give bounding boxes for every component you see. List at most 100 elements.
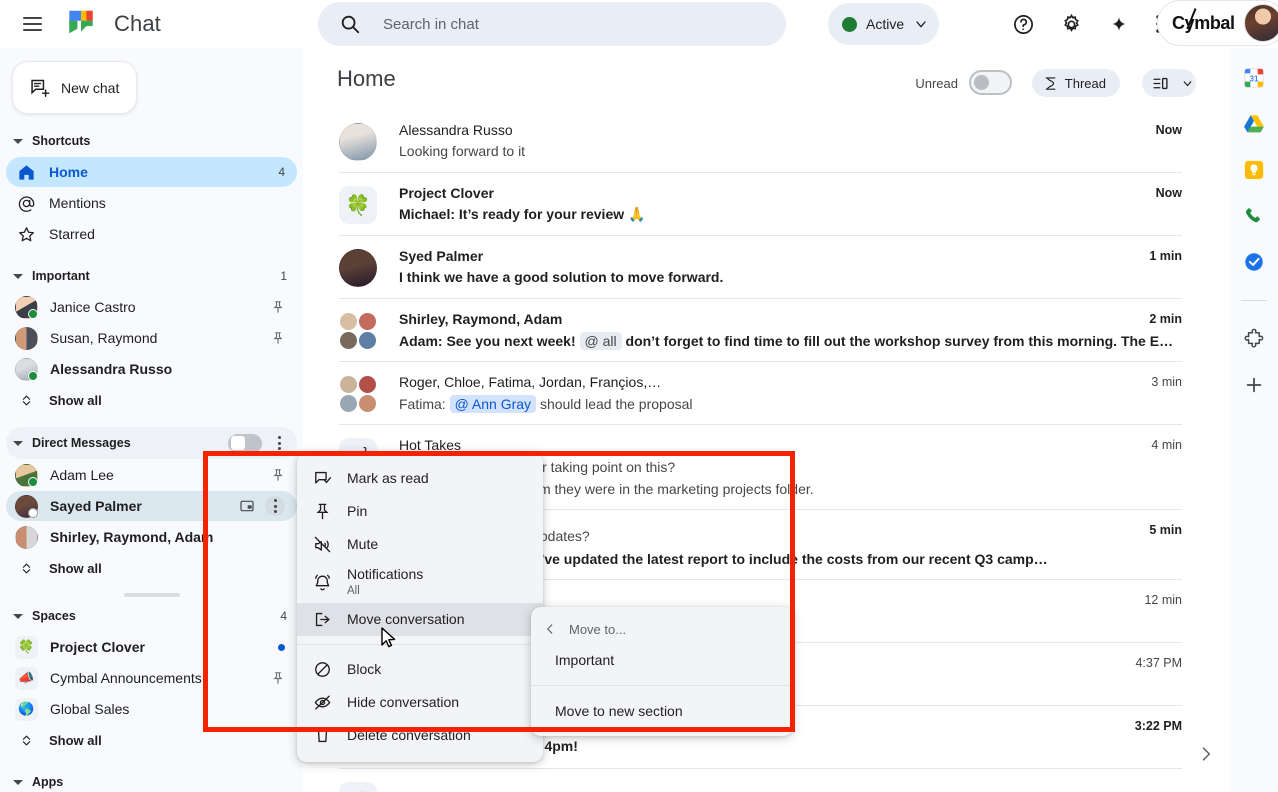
context-menu-item-pin[interactable]: Pin [297, 495, 543, 528]
sidebar-item-global-sales[interactable]: 🌎 Global Sales [6, 694, 297, 724]
google-drive-icon[interactable] [1242, 112, 1266, 136]
section-header-direct-messages[interactable]: Direct Messages [6, 427, 297, 459]
pin-icon[interactable] [271, 468, 285, 482]
conversation-row[interactable]: Roger, Chloe, Fatima, Jordan, Françios,…… [339, 362, 1182, 425]
caret-down-icon[interactable] [9, 132, 27, 150]
sidebar-item-mentions[interactable]: Mentions [6, 188, 297, 218]
chat-app-window: Chat Active [0, 0, 1278, 792]
sidebar-item-badge: 4 [278, 165, 285, 179]
more-options-icon[interactable] [265, 496, 285, 516]
sidebar-show-all-dms[interactable]: Show all [6, 553, 297, 583]
section-header-apps[interactable]: Apps [0, 767, 303, 792]
open-in-panel-icon[interactable] [239, 498, 255, 514]
conversation-row[interactable]: 🍀 Project Clover Michael: It’s ready for… [339, 173, 1182, 236]
pin-icon[interactable] [271, 300, 285, 314]
section-header-shortcuts[interactable]: Shortcuts [0, 126, 303, 156]
help-button[interactable] [1006, 7, 1040, 41]
conversation-row[interactable]: Shirley, Raymond, Adam Adam: See you nex… [339, 299, 1182, 362]
space-emoji-avatar: 📣 [339, 782, 377, 792]
account-chip[interactable]: Cymbal [1157, 0, 1278, 46]
more-options-icon[interactable] [270, 434, 288, 452]
sparkle-icon [1112, 17, 1126, 31]
sidebar-item-susan-raymond[interactable]: Susan, Raymond [6, 323, 297, 353]
sidebar-item-janice-castro[interactable]: Janice Castro [6, 292, 297, 322]
avatar [15, 463, 38, 487]
context-menu-item-notifications[interactable]: Notifications All [297, 561, 543, 603]
snippet-post: don’t forget to find time to fill out th… [625, 333, 1182, 349]
conversation-row[interactable]: Syed Palmer I think we have a good solut… [339, 236, 1182, 299]
sidebar-item-project-clover[interactable]: 🍀 Project Clover [6, 632, 297, 662]
google-voice-icon[interactable] [1242, 204, 1266, 228]
pin-icon[interactable] [271, 331, 285, 345]
avatar [15, 357, 38, 381]
search-bar[interactable] [318, 2, 786, 46]
mention-chip[interactable]: @ Ann Gray [449, 395, 537, 413]
sidebar-show-all-spaces[interactable]: Show all [6, 725, 297, 755]
thread-filter-button[interactable]: Thread [1031, 69, 1120, 97]
settings-button[interactable] [1054, 7, 1088, 41]
sidebar-item-adam-lee[interactable]: Adam Lee [6, 460, 297, 490]
context-menu-item-move-conversation[interactable]: Move conversation [297, 603, 543, 636]
google-tasks-icon[interactable] [1242, 250, 1266, 274]
submenu-item-important[interactable]: Important [531, 643, 793, 677]
scroll-right-button[interactable] [1192, 740, 1220, 768]
new-chat-button[interactable]: New chat [12, 61, 137, 114]
search-input[interactable] [383, 15, 763, 33]
status-active-button[interactable]: Active [828, 3, 940, 45]
context-menu-item-delete-conversation[interactable]: Delete conversation [297, 719, 543, 752]
sidebar-item-label: Show all [49, 560, 102, 576]
sort-dropdown-button[interactable] [1178, 69, 1196, 97]
snippet-post: should lead the proposal [539, 396, 693, 412]
caret-down-icon[interactable] [9, 773, 27, 791]
context-menu-item-mark-as-read[interactable]: Mark as read [297, 462, 543, 495]
conversation-name: Hot Takes [399, 437, 461, 453]
context-menu-item-block[interactable]: Block [297, 653, 543, 686]
sidebar-item-starred[interactable]: Starred [6, 219, 297, 249]
collapse-panel-toggle[interactable] [228, 433, 262, 453]
sidebar-item-shirley-raymond-adam[interactable]: Shirley, Raymond, Adam [6, 522, 297, 552]
google-calendar-icon[interactable]: 31 [1242, 66, 1266, 90]
move-to-submenu[interactable]: Move to... Important Move to new section [531, 607, 793, 736]
sidebar-item-alessandra-russo[interactable]: Alessandra Russo [6, 354, 297, 384]
sidebar-item-sayed-palmer[interactable]: Sayed Palmer [6, 491, 297, 521]
clover-emoji: 🍀 [15, 635, 38, 659]
home-icon [15, 161, 37, 183]
context-menu-item-mute[interactable]: Mute [297, 528, 543, 561]
conversation-name: Alessandra Russo [399, 122, 513, 138]
conversation-name: Shirley, Raymond, Adam [399, 311, 563, 327]
conversation-context-menu[interactable]: Mark as read Pin Mute Notifications All [297, 452, 543, 762]
submenu-item-move-to-new-section[interactable]: Move to new section [531, 694, 793, 728]
sidebar-show-all-important[interactable]: Show all [6, 385, 297, 415]
conversation-time: 1 min [1149, 249, 1182, 263]
pin-icon[interactable] [271, 671, 285, 685]
conversation-time: 12 min [1144, 593, 1182, 607]
user-avatar[interactable] [1243, 4, 1278, 42]
gemini-button[interactable] [1102, 7, 1136, 41]
caret-down-icon[interactable] [9, 434, 27, 452]
hamburger-menu-icon[interactable] [12, 4, 52, 44]
sidebar-item-cymbal-announcements[interactable]: 📣 Cymbal Announcements [6, 663, 297, 693]
sidebar-item-label: Mentions [49, 195, 106, 211]
page-title: Home [337, 66, 396, 91]
unread-filter-toggle[interactable] [969, 70, 1012, 95]
expand-icon [15, 729, 37, 751]
conversation-row[interactable]: 📣 [339, 769, 1182, 792]
caret-down-icon[interactable] [9, 607, 27, 625]
sort-button[interactable] [1142, 69, 1178, 97]
context-menu-item-label: Hide conversation [347, 693, 460, 710]
submenu-item-label: Move to new section [555, 703, 683, 719]
resize-handle[interactable] [123, 593, 180, 597]
submenu-divider [531, 685, 793, 686]
conversation-row[interactable]: Alessandra Russo Looking forward to it N… [339, 110, 1182, 173]
add-ons-puzzle-icon[interactable] [1242, 327, 1266, 351]
sidebar-item-label: Home [49, 164, 88, 180]
submenu-back-button[interactable]: Move to... [531, 615, 793, 643]
sidebar-item-home[interactable]: Home 4 [6, 157, 297, 187]
section-count: 4 [280, 609, 287, 623]
context-menu-item-hide-conversation[interactable]: Hide conversation [297, 686, 543, 719]
google-keep-icon[interactable] [1242, 158, 1266, 182]
caret-down-icon[interactable] [9, 267, 27, 285]
add-icon[interactable] [1242, 373, 1266, 397]
section-header-spaces[interactable]: Spaces 4 [0, 601, 303, 631]
section-header-important[interactable]: Important 1 [0, 261, 303, 291]
